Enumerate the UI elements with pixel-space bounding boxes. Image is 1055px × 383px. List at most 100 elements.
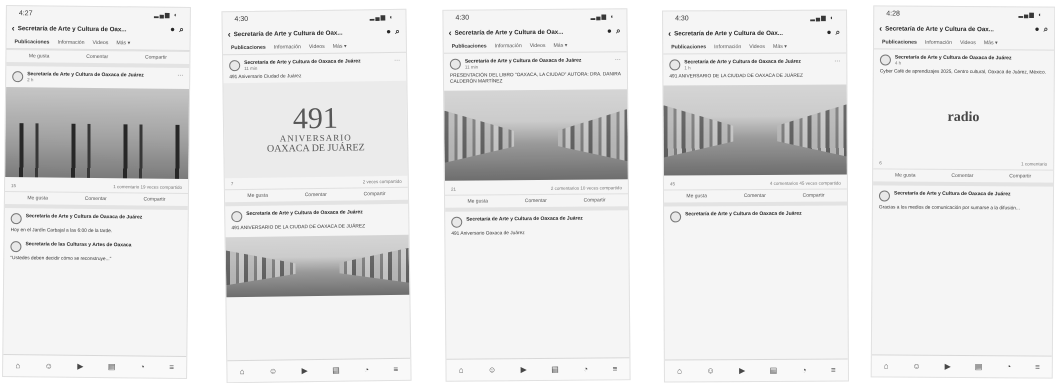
menu-icon[interactable]: ≡ [613, 364, 618, 373]
avatar[interactable] [878, 190, 891, 202]
post-author[interactable]: Secretaría de Arte y Cultura de Oaxaca d… [685, 211, 841, 218]
marketplace-icon[interactable]: ▤ [551, 365, 559, 374]
tab-videos[interactable]: Videos [530, 43, 546, 49]
search-icon[interactable]: ● ⌕ [386, 27, 401, 37]
post-author[interactable]: Secretaría de Arte y Cultura de Oaxaca d… [894, 191, 1047, 198]
post-author[interactable]: Secretaría de Arte y Cultura de Oaxaca d… [246, 209, 402, 217]
tab-more[interactable]: Más ▾ [984, 40, 998, 46]
video-icon[interactable]: ▶ [945, 362, 951, 371]
notifications-icon[interactable]: ◔ [364, 365, 369, 374]
friends-icon[interactable]: ☺ [913, 362, 921, 371]
tab-more[interactable]: Más ▾ [553, 43, 567, 49]
menu-icon[interactable]: ≡ [831, 366, 836, 375]
more-icon[interactable]: ··· [834, 59, 840, 65]
tab-more[interactable]: Más ▾ [773, 44, 787, 50]
tab-info[interactable]: Información [495, 43, 522, 49]
share-button[interactable]: Compartir [584, 197, 606, 203]
post-photo[interactable] [5, 87, 190, 179]
comment-button[interactable]: Comentar [744, 193, 766, 199]
marketplace-icon[interactable]: ▤ [108, 362, 116, 371]
avatar[interactable] [879, 54, 891, 66]
reaction-count[interactable]: 21 [451, 187, 456, 192]
share-count[interactable]: 2 veces compartido [363, 179, 402, 185]
reaction-count[interactable]: 7 [231, 181, 234, 186]
share-button[interactable]: Compartir [1009, 173, 1031, 179]
marketplace-icon[interactable]: ▤ [770, 366, 778, 375]
tab-info[interactable]: Información [714, 44, 741, 50]
notifications-icon[interactable]: ◔ [802, 366, 807, 375]
avatar[interactable] [449, 58, 461, 70]
like-button[interactable]: Me gusta [686, 193, 707, 199]
more-icon[interactable]: ··· [177, 73, 183, 79]
reaction-count[interactable]: 15 [11, 183, 16, 188]
post-author[interactable]: Secretaría de las Culturas y Artes de Oa… [25, 241, 181, 249]
share-button[interactable]: Compartir [364, 191, 386, 197]
video-icon[interactable]: ▶ [521, 365, 527, 374]
search-icon[interactable]: ● ⌕ [607, 26, 622, 36]
comment-button[interactable]: Comentar [86, 54, 108, 60]
avatar[interactable] [451, 216, 463, 228]
back-icon[interactable]: ‹ [228, 29, 231, 39]
home-icon[interactable]: ⌂ [240, 367, 245, 376]
radio-logo-graphic[interactable]: radio [873, 77, 1054, 158]
share-count[interactable]: 1 comentario 19 veces compartido [113, 184, 182, 190]
tab-videos[interactable]: Videos [309, 44, 325, 50]
like-button[interactable]: Me gusta [29, 53, 50, 59]
post-photo[interactable] [225, 234, 410, 298]
tab-posts[interactable]: Publicaciones [882, 39, 917, 45]
tab-posts[interactable]: Publicaciones [231, 45, 266, 51]
avatar[interactable] [231, 211, 243, 223]
avatar[interactable] [10, 213, 22, 225]
like-button[interactable]: Me gusta [467, 198, 488, 204]
comment-button[interactable]: Comentar [525, 198, 547, 204]
post-photo[interactable] [663, 84, 847, 176]
tab-videos[interactable]: Videos [960, 40, 976, 46]
more-icon[interactable]: ··· [615, 57, 621, 63]
avatar[interactable] [12, 71, 24, 83]
friends-icon[interactable]: ☺ [706, 366, 714, 375]
share-button[interactable]: Compartir [143, 196, 165, 202]
more-icon[interactable]: ··· [394, 58, 400, 64]
tab-posts[interactable]: Publicaciones [15, 39, 50, 45]
notifications-icon[interactable]: ◔ [140, 362, 145, 371]
notifications-icon[interactable]: ◔ [583, 365, 588, 374]
back-icon[interactable]: ‹ [449, 28, 452, 38]
reaction-count[interactable]: 6 [879, 160, 882, 165]
notifications-icon[interactable]: ◔ [1006, 362, 1011, 371]
avatar[interactable] [669, 59, 681, 71]
reaction-count[interactable]: 45 [670, 181, 675, 186]
back-icon[interactable]: ‹ [12, 23, 15, 33]
share-count[interactable]: 2 comentarios 10 veces compartido [551, 185, 622, 191]
tab-info[interactable]: Información [57, 40, 84, 46]
anniversary-graphic[interactable]: 491 ANIVERSARIO OAXACA DE JUÁREZ [223, 80, 408, 179]
share-count[interactable]: 4 comentarios 45 veces compartido [770, 181, 841, 186]
share-count[interactable]: 1 comentario [1021, 161, 1047, 166]
comment-button[interactable]: Comentar [305, 192, 327, 198]
tab-videos[interactable]: Videos [749, 44, 765, 50]
home-icon[interactable]: ⌂ [677, 366, 682, 375]
comment-button[interactable]: Comentar [85, 196, 107, 202]
back-icon[interactable]: ‹ [879, 23, 882, 33]
friends-icon[interactable]: ☺ [488, 365, 496, 374]
friends-icon[interactable]: ☺ [45, 361, 53, 370]
avatar[interactable] [229, 60, 241, 72]
search-icon[interactable]: ● ⌕ [1035, 24, 1050, 34]
home-icon[interactable]: ⌂ [459, 366, 464, 375]
tab-posts[interactable]: Publicaciones [452, 43, 487, 49]
video-icon[interactable]: ▶ [302, 366, 308, 375]
avatar[interactable] [10, 241, 22, 253]
marketplace-icon[interactable]: ▤ [332, 366, 340, 375]
friends-icon[interactable]: ☺ [269, 367, 277, 376]
comment-button[interactable]: Comentar [951, 173, 973, 179]
menu-icon[interactable]: ≡ [169, 363, 174, 372]
post-author[interactable]: Secretaría de Arte y Cultura de Oaxaca d… [466, 215, 622, 223]
post-author[interactable]: Secretaría de Arte y Cultura de Oaxaca d… [26, 213, 182, 221]
share-button[interactable]: Compartir [145, 55, 167, 61]
search-icon[interactable]: ● ⌕ [827, 28, 842, 38]
video-icon[interactable]: ▶ [739, 366, 745, 375]
like-button[interactable]: Me gusta [27, 195, 48, 201]
home-icon[interactable]: ⌂ [884, 361, 889, 370]
like-button[interactable]: Me gusta [247, 193, 268, 199]
tab-more[interactable]: Más ▾ [116, 40, 130, 46]
home-icon[interactable]: ⌂ [15, 361, 20, 370]
